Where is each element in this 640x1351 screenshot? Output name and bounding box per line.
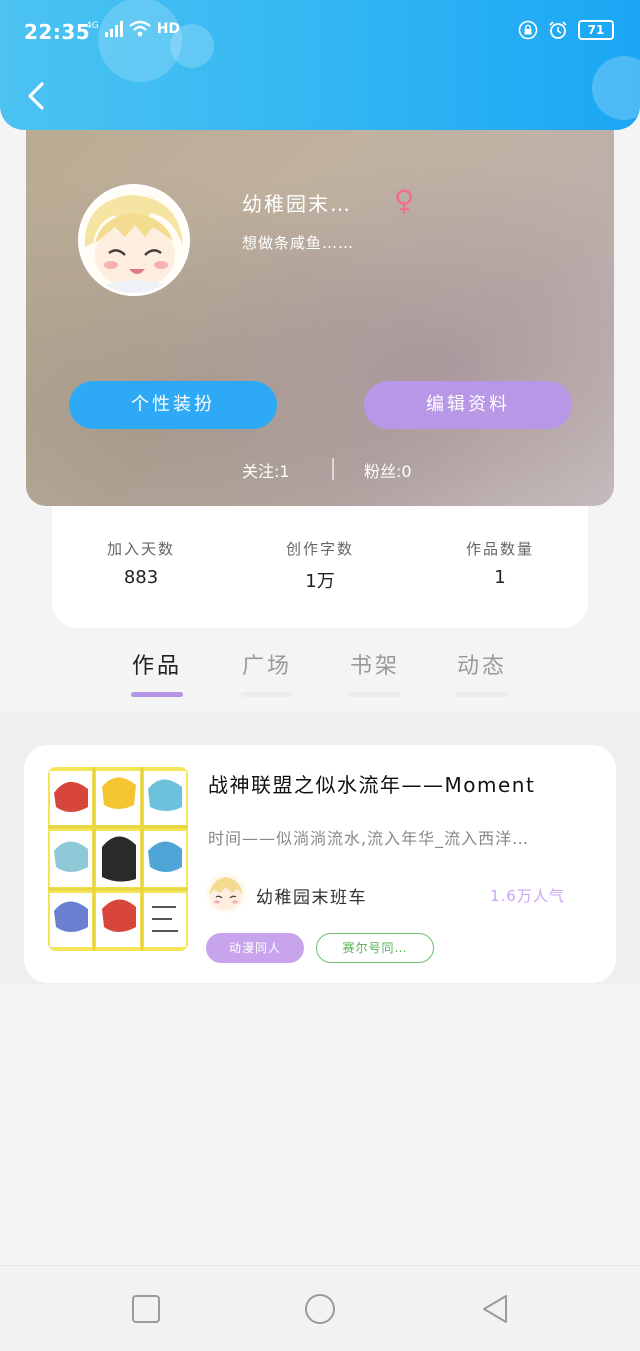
status-bar: 22:35 4G HD 71 (0, 0, 640, 64)
recent-apps-icon[interactable] (129, 1292, 163, 1326)
stat-value: 883 (123, 567, 159, 588)
back-triangle-icon[interactable] (478, 1292, 512, 1326)
work-cover-image[interactable] (48, 767, 188, 951)
fandom-tag[interactable]: 赛尔号同… (316, 933, 434, 963)
tab-label: 书架 (349, 654, 400, 679)
tab-works[interactable]: 作品 (122, 648, 192, 697)
signal-icon (104, 21, 123, 37)
avatar[interactable] (78, 184, 190, 296)
user-signature: 想做条咸鱼…… (242, 234, 355, 252)
personal-decoration-button[interactable]: 个性装扮 (69, 381, 277, 429)
alarm-icon (549, 21, 567, 39)
edit-profile-button[interactable]: 编辑资料 (364, 381, 572, 429)
tab-underline (241, 692, 293, 697)
battery-indicator: 71 (578, 20, 614, 40)
stat-value: 1 (494, 567, 506, 588)
fans-count[interactable]: 粉丝:0 (364, 458, 412, 482)
following-count[interactable]: 关注:1 (242, 458, 290, 482)
cover-illustration (48, 767, 188, 951)
work-item-card[interactable]: 战神联盟之似水流年——Moment 时间——似淌淌流水,流入年华_流入西洋… 幼… (24, 745, 616, 983)
tab-underline (349, 692, 401, 697)
hd-indicator: HD (156, 21, 181, 37)
tab-activity[interactable]: 动态 (447, 648, 517, 697)
popularity-count: 1.6万人气 (490, 887, 565, 905)
stat-works-count: 作品数量 1 (425, 538, 575, 588)
network-type: 4G (86, 21, 99, 31)
work-title[interactable]: 战神联盟之似水流年——Moment (208, 769, 535, 798)
author-avatar[interactable] (206, 873, 246, 913)
status-right-icons: 71 (518, 20, 614, 40)
author-avatar-illustration (206, 873, 246, 913)
female-gender-icon: ♀ (394, 184, 415, 217)
back-arrow-icon[interactable] (20, 78, 54, 114)
status-time: 22:35 (24, 20, 91, 44)
profile-tabs: 作品 广场 书架 动态 (0, 648, 640, 704)
author-name[interactable]: 幼稚园末班车 (256, 883, 367, 908)
app-header: 22:35 4G HD 71 (0, 0, 640, 130)
tab-label: 作品 (131, 654, 182, 679)
tab-square[interactable]: 广场 (232, 648, 302, 697)
wifi-icon (128, 20, 151, 37)
divider (332, 458, 334, 480)
category-tag[interactable]: 动漫同人 (206, 933, 304, 963)
home-icon[interactable] (303, 1292, 337, 1326)
stat-label: 加入天数 (106, 540, 175, 558)
stat-word-count: 创作字数 1万 (245, 538, 395, 593)
profile-card: 幼稚园末… ♀ 想做条咸鱼…… 个性装扮 编辑资料 关注:1 粉丝:0 (26, 100, 614, 506)
stat-value: 1万 (305, 571, 335, 592)
stat-label: 创作字数 (285, 540, 354, 558)
decorative-bubble (592, 56, 640, 120)
tab-underline (131, 692, 183, 697)
stats-card: 加入天数 883 创作字数 1万 作品数量 1 (52, 496, 588, 628)
network-indicators: 4G HD (86, 20, 180, 38)
lock-rotation-icon (518, 20, 538, 40)
tab-underline (456, 692, 508, 697)
tab-label: 广场 (241, 654, 292, 679)
work-description: 时间——似淌淌流水,流入年华_流入西洋… (208, 829, 530, 848)
avatar-illustration (81, 187, 187, 293)
stat-join-days: 加入天数 883 (66, 538, 216, 588)
stat-label: 作品数量 (465, 540, 534, 558)
system-nav-bar (0, 1265, 640, 1351)
username: 幼稚园末… (242, 192, 352, 216)
tab-bookshelf[interactable]: 书架 (340, 648, 410, 697)
tab-label: 动态 (456, 654, 507, 679)
